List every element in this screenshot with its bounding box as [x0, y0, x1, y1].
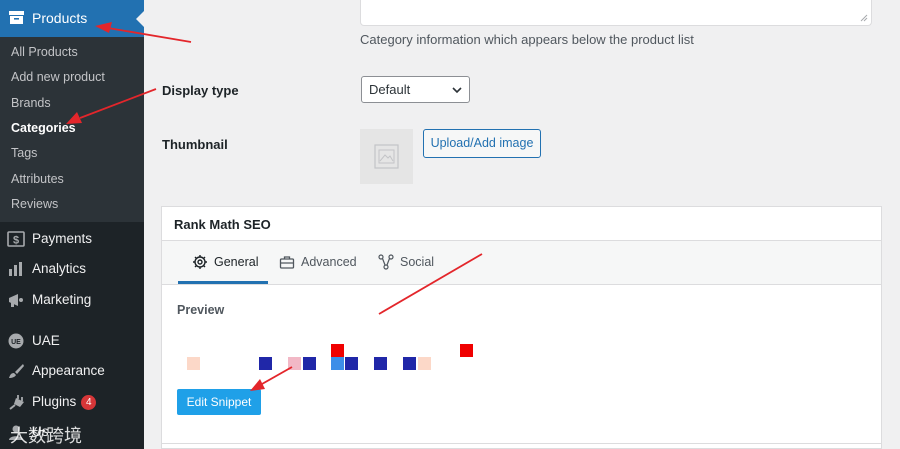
menu-item-payments[interactable]: $ Payments: [0, 224, 144, 254]
tab-label: General: [214, 255, 259, 269]
paintbrush-icon: [9, 364, 24, 378]
pixel-block: [303, 357, 316, 370]
submenu-item-all-products[interactable]: All Products: [11, 45, 78, 59]
upload-add-image-button[interactable]: Upload/Add image: [423, 129, 541, 158]
menu-item-label: UAE: [32, 333, 60, 348]
menu-item-label: Plugins 4: [32, 394, 97, 410]
pixel-block: [374, 357, 387, 370]
description-textarea[interactable]: [360, 0, 872, 26]
menu-item-products[interactable]: Products: [0, 0, 144, 37]
rank-math-title: Rank Math SEO: [174, 217, 271, 232]
toolbox-icon: [279, 256, 295, 269]
bar-chart-icon: [9, 262, 22, 276]
display-type-select[interactable]: Default: [361, 76, 470, 103]
pixel-block: [187, 357, 200, 370]
active-tab-indicator: [178, 281, 268, 284]
pixel-block: [331, 357, 344, 370]
tab-label: Advanced: [301, 255, 357, 269]
preview-redaction: [174, 315, 534, 355]
pixel-block: [259, 357, 272, 370]
rank-math-seo-box: Rank Math SEO General Advanced Social Pr…: [161, 206, 882, 449]
menu-item-label: Products: [32, 10, 88, 26]
update-count-badge: 4: [81, 395, 97, 410]
display-type-value: Default: [369, 82, 411, 97]
products-submenu: All Products Add new product Brands Cate…: [0, 37, 144, 222]
submenu-item-categories[interactable]: Categories: [11, 121, 76, 135]
plug-icon: [9, 395, 24, 410]
gear-icon: [193, 255, 207, 269]
megaphone-icon: [9, 294, 23, 307]
tab-label: Social: [400, 255, 435, 269]
pixel-block: [345, 357, 358, 370]
pixel-block: [460, 344, 473, 357]
menu-item-label: Appearance: [32, 363, 105, 378]
description-help-text: Category information which appears below…: [360, 32, 694, 47]
active-menu-pointer: [136, 11, 144, 27]
svg-text:UE: UE: [11, 339, 21, 346]
pixel-block: [288, 357, 301, 370]
menu-item-label: Analytics: [32, 261, 87, 276]
pixel-block: [331, 344, 344, 357]
submenu-item-brands[interactable]: Brands: [11, 96, 51, 110]
uae-logo-icon: UE: [8, 333, 24, 349]
edit-snippet-button[interactable]: Edit Snippet: [177, 389, 261, 415]
submenu-item-attributes[interactable]: Attributes: [11, 172, 64, 186]
watermark: 大数跨境: [10, 426, 82, 446]
resize-grip-icon[interactable]: [860, 14, 868, 22]
menu-item-appearance[interactable]: Appearance: [0, 356, 144, 386]
submenu-item-add-new-product[interactable]: Add new product: [11, 70, 105, 84]
thumbnail-label: Thumbnail: [162, 137, 228, 152]
menu-item-uae[interactable]: UE UAE: [0, 326, 144, 356]
image-placeholder-icon: [374, 144, 399, 169]
edit-category-form: Category information which appears below…: [144, 0, 900, 449]
tab-advanced[interactable]: Advanced: [279, 241, 357, 283]
svg-text:$: $: [13, 235, 19, 247]
menu-item-marketing[interactable]: Marketing: [0, 285, 144, 315]
chevron-down-icon: [452, 87, 462, 94]
share-icon: [378, 254, 394, 270]
pixel-block: [403, 357, 416, 370]
display-type-label: Display type: [162, 83, 239, 98]
tab-social[interactable]: Social: [378, 241, 438, 283]
dollar-icon: $: [7, 231, 25, 247]
submenu-item-reviews[interactable]: Reviews: [11, 197, 58, 211]
menu-item-label: Payments: [32, 231, 93, 246]
tab-general[interactable]: General: [178, 241, 268, 284]
submenu-item-tags[interactable]: Tags: [11, 146, 37, 160]
thumbnail-preview: [360, 129, 413, 184]
divider: [162, 443, 881, 444]
plugins-label: Plugins: [32, 394, 77, 409]
archive-icon: [9, 11, 24, 24]
pixel-block: [418, 357, 431, 370]
admin-sidebar: Products All Products Add new product Br…: [0, 0, 144, 449]
menu-item-plugins[interactable]: Plugins 4: [0, 387, 144, 417]
menu-item-analytics[interactable]: Analytics: [0, 254, 144, 284]
rank-math-tabs: General Advanced Social: [162, 241, 881, 285]
menu-item-label: Marketing: [32, 292, 92, 307]
